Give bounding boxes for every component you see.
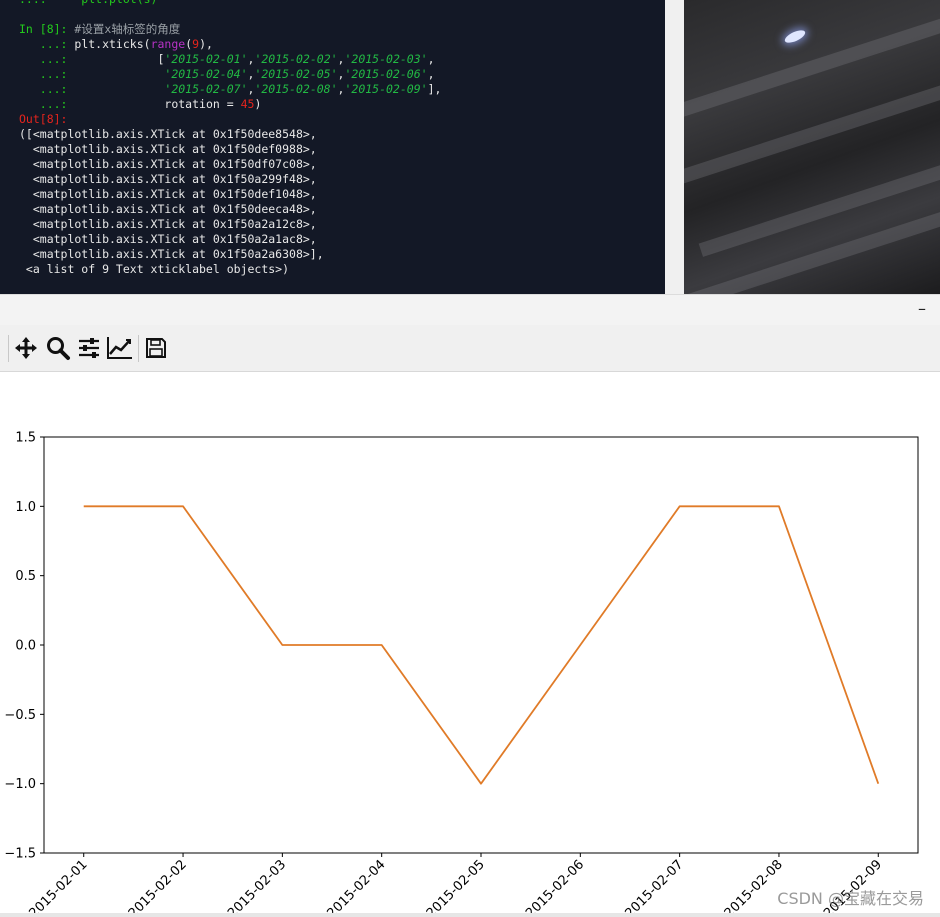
zoom-button[interactable] <box>44 334 72 362</box>
x-tick-label: 2015-02-05 <box>424 857 488 917</box>
console-line: ...: ['2015-02-01','2015-02-02','2015-02… <box>19 52 441 67</box>
console-token: ...: <box>19 97 165 111</box>
console-line: ...: rotation = 45) <box>19 97 441 112</box>
move-arrows-icon <box>15 337 37 359</box>
console-token: In [8]: <box>19 22 75 36</box>
console-token: rotation = <box>164 97 241 111</box>
console-token: '2015-02-07' <box>164 82 248 96</box>
watermark-text: CSDN @宝藏在交易 <box>777 889 924 908</box>
console-token: ...: <box>19 52 158 66</box>
console-token: <matplotlib.axis.XTick at 0x1f50def1048>… <box>19 187 317 201</box>
axes <box>43 436 919 854</box>
console-line: <matplotlib.axis.XTick at 0x1f50a299f48>… <box>19 172 441 187</box>
y-tick-label: 1.0 <box>15 500 36 515</box>
console-line: <matplotlib.axis.XTick at 0x1f50a2a12c8>… <box>19 217 441 232</box>
console-token: range <box>150 37 186 51</box>
light-glare <box>783 27 807 46</box>
matplotlib-figure-window: – −1.5 −1.0 −0.5 0.0 0.5 1.0 1.5 2015-02… <box>0 294 940 917</box>
console-token: ...: <box>19 67 165 81</box>
line-chart: −1.5 −1.0 −0.5 0.0 0.5 1.0 1.5 2015-02-01 2015-0… <box>4 431 919 917</box>
floppy-disk-icon <box>146 338 166 358</box>
toolbar-separator <box>138 335 139 362</box>
console-token: <matplotlib.axis.XTick at 0x1f50def0988>… <box>19 142 317 156</box>
console-token: '2015-02-08' <box>254 82 338 96</box>
y-tick-label: 1.5 <box>15 431 36 446</box>
console-token: ) <box>254 97 262 111</box>
line-chart-icon <box>107 337 132 359</box>
configure-subplots-button[interactable] <box>75 334 103 362</box>
console-token: , <box>427 67 435 81</box>
console-line: Out[8]: <box>19 112 441 127</box>
minimize-button[interactable]: – <box>918 299 926 318</box>
console-token: <matplotlib.axis.XTick at 0x1f50a299f48>… <box>19 172 317 186</box>
axes-frame <box>43 436 919 854</box>
save-button[interactable] <box>142 334 170 362</box>
console-token: <a list of 9 Text xticklabel objects>) <box>19 262 290 276</box>
y-tick-label: 0.0 <box>15 639 36 654</box>
console-line: ...: '2015-02-04','2015-02-05','2015-02-… <box>19 67 441 82</box>
x-tick-label: 2015-02-01 <box>27 857 91 917</box>
console-token: ([<matplotlib.axis.XTick at 0x1f50dee854… <box>19 127 317 141</box>
console-token: , <box>427 52 435 66</box>
y-tick-label: −1.0 <box>4 777 36 792</box>
pan-button[interactable] <box>12 334 40 362</box>
console-token: ], <box>427 82 442 96</box>
y-tick-label: −1.5 <box>4 847 36 862</box>
toolbar-separator <box>8 335 9 362</box>
console-token: <matplotlib.axis.XTick at 0x1f50a2a12c8>… <box>19 217 317 231</box>
edit-axis-button[interactable] <box>106 334 134 362</box>
x-tick-label: 2015-02-03 <box>225 857 289 917</box>
magnifier-icon <box>47 337 70 360</box>
console-line: ([<matplotlib.axis.XTick at 0x1f50dee854… <box>19 127 441 142</box>
plot-canvas[interactable]: −1.5 −1.0 −0.5 0.0 0.5 1.0 1.5 2015-02-01 2015-0… <box>0 372 940 917</box>
console-token: ...: <box>19 37 75 51</box>
x-tick-label: 2015-02-08 <box>722 857 786 917</box>
window-titlebar: – <box>0 294 940 325</box>
console-scrollbar[interactable] <box>665 0 684 294</box>
console-line: <matplotlib.axis.XTick at 0x1f50def1048>… <box>19 187 441 202</box>
y-tick-label: −0.5 <box>4 708 36 723</box>
console-line: <a list of 9 Text xticklabel objects>) <box>19 262 441 277</box>
console-line: <matplotlib.axis.XTick at 0x1f50def0988>… <box>19 142 441 157</box>
console-token: <matplotlib.axis.XTick at 0x1f50a2a1ac8>… <box>19 232 317 246</box>
console-token: ...: <box>19 82 165 96</box>
figure-toolbar <box>0 325 940 372</box>
x-tick-label: 2015-02-07 <box>622 857 686 917</box>
console-token: <matplotlib.axis.XTick at 0x1f50a2a6308>… <box>19 247 324 261</box>
window-bottom-edge <box>0 913 940 917</box>
console-line: ...: plt.xticks(range(9), <box>19 37 441 52</box>
console-token: <matplotlib.axis.XTick at 0x1f50df07c08>… <box>19 157 317 171</box>
console-line: <matplotlib.axis.XTick at 0x1f50a2a6308>… <box>19 247 441 262</box>
x-tick-label: 2015-02-04 <box>324 857 388 917</box>
console-token: '2015-02-05' <box>254 67 338 81</box>
x-tick-label: 2015-02-06 <box>523 857 587 917</box>
console-token: '2015-02-06' <box>344 67 428 81</box>
console-token: '2015-02-09' <box>344 82 428 96</box>
console-output: ...: plt.plot(s) In [8]: #设置x轴标签的角度 ...: … <box>19 0 441 294</box>
console-token: #设置x轴标签的角度 <box>74 22 181 36</box>
sliders-icon <box>79 338 99 358</box>
console-token: 45 <box>240 97 255 111</box>
console-line: <matplotlib.axis.XTick at 0x1f50deeca48>… <box>19 202 441 217</box>
y-tick-label: 0.5 <box>15 569 36 584</box>
x-tick-label: 2015-02-02 <box>126 857 190 917</box>
console-token: '2015-02-04' <box>164 67 248 81</box>
console-line: ...: '2015-02-07','2015-02-08','2015-02-… <box>19 82 442 97</box>
console-token: '2015-02-03' <box>344 52 428 66</box>
console-token: plt.xticks( <box>74 37 151 51</box>
console-line: <matplotlib.axis.XTick at 0x1f50df07c08>… <box>19 157 441 172</box>
console-line: ...: plt.plot(s) <box>19 0 441 7</box>
background-photo <box>684 0 940 294</box>
console-token: ), <box>199 37 213 51</box>
console-line: In [8]: #设置x轴标签的角度 <box>19 22 441 37</box>
console-token: '2015-02-02' <box>254 52 338 66</box>
console-line: <matplotlib.axis.XTick at 0x1f50a2a1ac8>… <box>19 232 441 247</box>
console-token: '2015-02-01' <box>164 52 248 66</box>
console-token: <matplotlib.axis.XTick at 0x1f50deeca48>… <box>19 202 317 216</box>
ipython-console[interactable]: ...: plt.plot(s) In [8]: #设置x轴标签的角度 ...: … <box>0 0 665 294</box>
console-token: Out[8]: <box>19 112 68 126</box>
console-token: ...: plt.plot(s) <box>19 0 157 6</box>
